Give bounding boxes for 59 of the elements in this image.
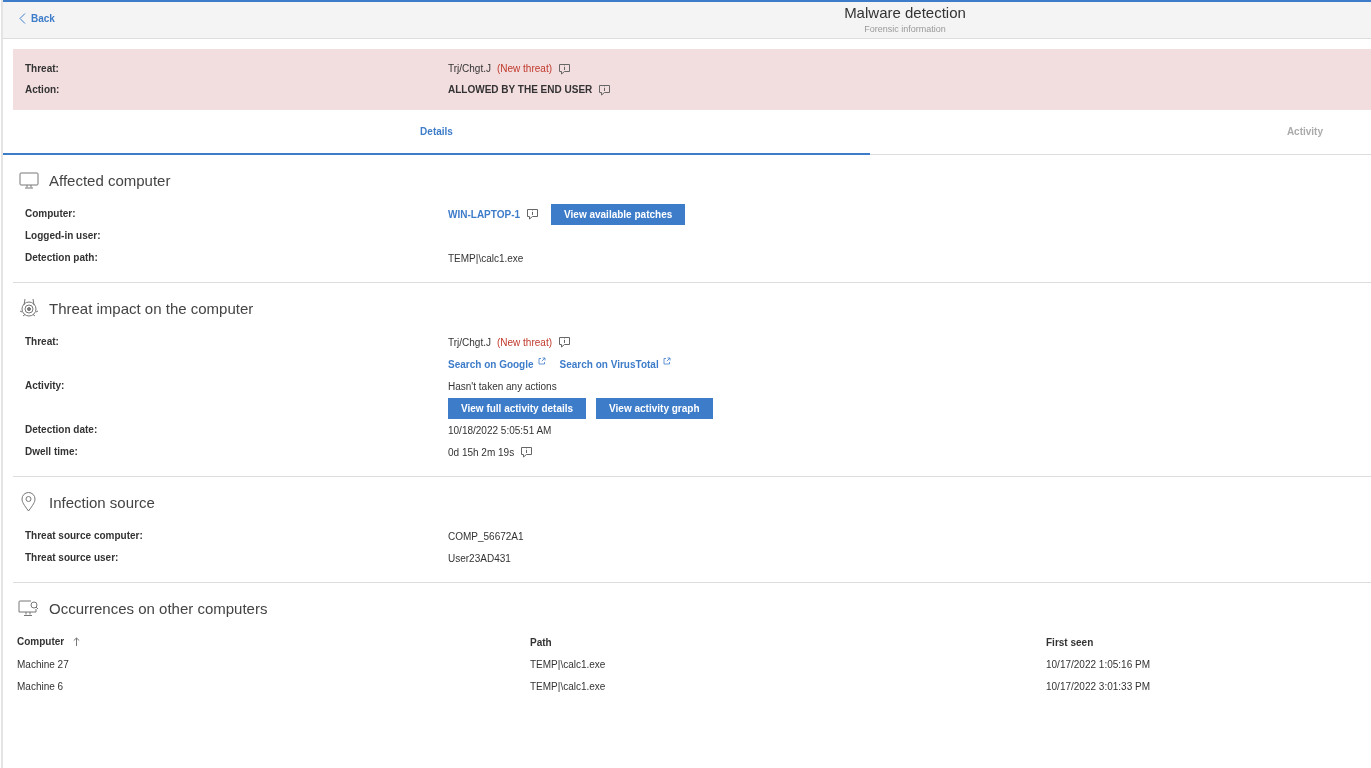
value-text: User23AD431 — [448, 552, 511, 564]
column-header[interactable]: First seen — [1046, 631, 1150, 653]
monitor-icon — [18, 171, 39, 189]
field-label: Activity: — [25, 379, 66, 393]
value-text: Hasn't taken any actions — [448, 380, 557, 392]
table-cell: TEMP|\calc1.exe — [530, 675, 1046, 697]
value-text: 10/18/2022 5:05:51 AM — [448, 424, 552, 436]
location-pin-icon — [18, 492, 39, 512]
field-label: Threat: — [25, 335, 60, 349]
value-text: 0d 15h 2m 19s — [448, 446, 515, 458]
field-label: Action: — [25, 84, 61, 95]
info-icon[interactable] — [598, 83, 612, 96]
page-subtitle: Forensic information — [863, 24, 947, 34]
page-title: Malware detection — [843, 4, 967, 21]
back-link[interactable]: Back — [3, 2, 55, 34]
computer-link[interactable]: WIN-LAPTOP-1 — [448, 208, 521, 220]
field-label: Dwell time: — [25, 445, 79, 459]
table-cell-text: 10/17/2022 1:05:16 PM — [1046, 657, 1150, 672]
field-label: Computer: — [25, 207, 77, 221]
action-button[interactable]: View available patches — [551, 203, 686, 225]
tab[interactable]: Activity — [870, 110, 1371, 155]
column-header[interactable]: Path — [530, 631, 1046, 653]
action-button[interactable]: View full activity details — [448, 397, 587, 419]
info-icon[interactable] — [558, 336, 571, 348]
table-cell: Machine 6 — [17, 675, 530, 697]
field-label: Detection date: — [25, 423, 99, 437]
external-link-icon — [662, 357, 671, 365]
section-title: Threat impact on the computer — [49, 299, 254, 317]
section-title: Affected computer — [49, 171, 171, 189]
field-label: Detection path: — [25, 251, 99, 265]
external-link-icon — [537, 357, 546, 365]
threat-status: (New threat) — [496, 336, 552, 348]
chevron-left-icon — [19, 12, 26, 24]
table-cell: Machine 27 — [17, 653, 530, 675]
table-cell-text: 10/17/2022 3:01:33 PM — [1046, 679, 1150, 694]
section-title: Infection source — [49, 493, 155, 511]
field-label: Logged-in user: — [25, 229, 102, 243]
threat-status: (New threat) — [496, 63, 552, 74]
field-label: Threat source computer: — [25, 529, 144, 543]
value-text: COMP_56672A1 — [448, 530, 524, 542]
monitor-search-icon — [18, 599, 39, 617]
value-text: Trj/Chgt.J — [448, 336, 491, 348]
action-value: ALLOWED BY THE END USER — [448, 84, 593, 95]
tab[interactable]: Details — [3, 110, 870, 155]
sort-arrow-icon[interactable] — [73, 636, 81, 646]
value-text: Trj/Chgt.J — [448, 63, 491, 74]
table-cell: TEMP|\calc1.exe — [530, 653, 1046, 675]
info-icon[interactable] — [558, 62, 571, 75]
external-link[interactable]: Search on VirusTotal — [559, 358, 671, 370]
external-link[interactable]: Search on Google — [448, 358, 546, 370]
section-title: Occurrences on other computers — [49, 599, 268, 617]
info-icon[interactable] — [520, 446, 534, 458]
column-header[interactable]: Computer — [17, 631, 530, 653]
action-button[interactable]: View activity graph — [596, 397, 713, 419]
value-text: TEMP|\calc1.exe — [448, 252, 524, 264]
field-label: Threat: — [25, 63, 60, 74]
target-icon — [18, 298, 39, 318]
info-icon[interactable] — [526, 208, 540, 220]
field-label: Threat source user: — [25, 551, 120, 565]
